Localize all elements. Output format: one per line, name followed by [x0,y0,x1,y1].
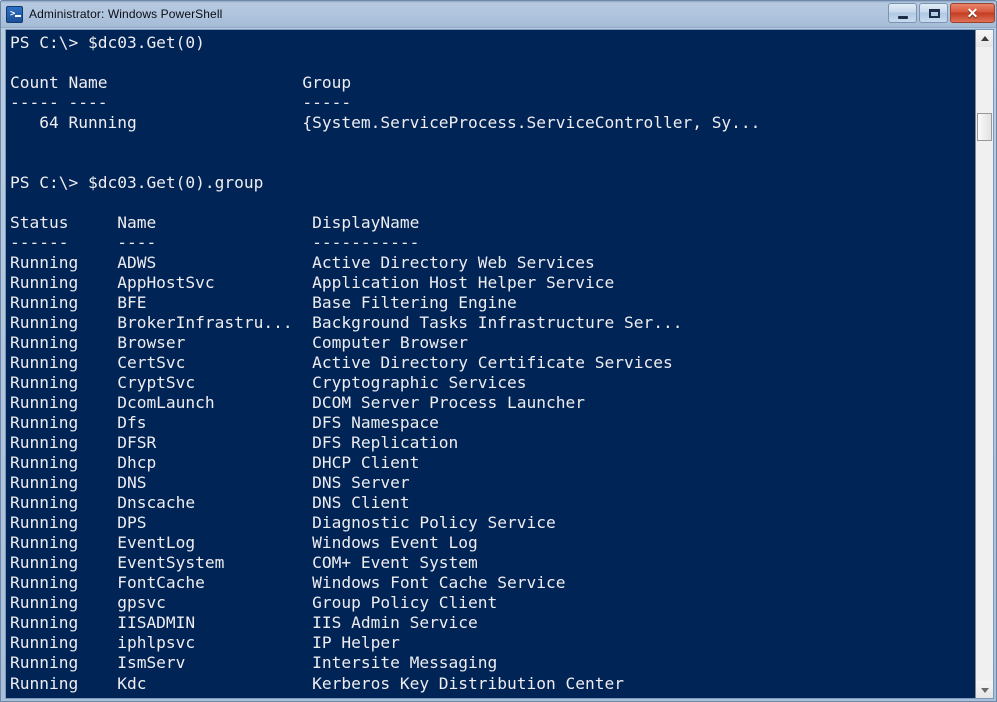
minimize-button[interactable] [888,3,917,23]
scroll-down-arrow[interactable] [976,681,993,698]
maximize-button[interactable] [919,3,948,23]
console-output-area[interactable]: PS C:\> $dc03.Get(0) Count Name Group --… [6,30,975,698]
window-title: Administrator: Windows PowerShell [29,7,222,21]
scroll-up-arrow[interactable] [976,30,993,47]
console-client-area: PS C:\> $dc03.Get(0) Count Name Group --… [5,29,994,699]
powershell-icon: > [6,6,23,23]
vertical-scrollbar[interactable] [975,30,993,698]
maximize-icon [929,9,940,18]
console-text: PS C:\> $dc03.Get(0) Count Name Group --… [10,33,975,694]
scrollbar-track[interactable] [976,47,993,681]
close-button[interactable]: ✕ [950,3,995,23]
scroll-up-arrow-icon [981,36,989,41]
close-icon: ✕ [951,4,994,22]
minimize-icon [898,16,908,19]
scroll-down-arrow-icon [981,688,989,693]
prompt-underscore-glyph [15,15,21,17]
title-bar[interactable]: > Administrator: Windows PowerShell ✕ [1,1,997,28]
powershell-window: > Administrator: Windows PowerShell ✕ PS… [0,0,997,702]
window-controls: ✕ [888,3,995,23]
scrollbar-thumb[interactable] [977,113,992,141]
